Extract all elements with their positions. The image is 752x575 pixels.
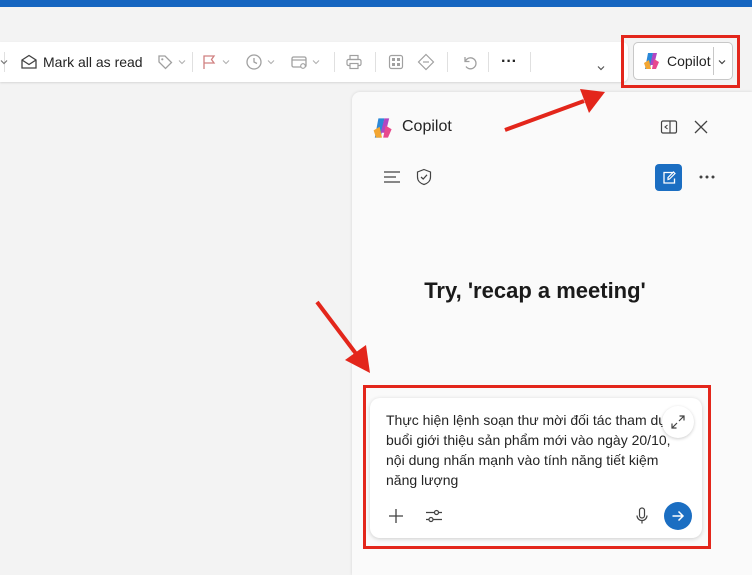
annotation-arrow-to-copilot: [504, 89, 605, 132]
annotation-arrows: [315, 89, 605, 373]
annotation-arrow-to-input: [315, 300, 370, 373]
